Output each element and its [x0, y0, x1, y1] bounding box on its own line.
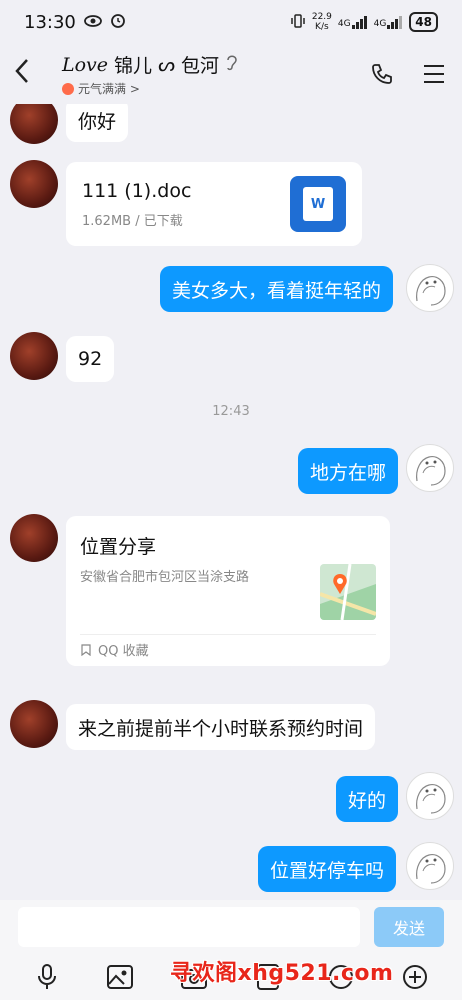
signal-bars-icon: [351, 16, 367, 29]
self-avatar[interactable]: [406, 842, 454, 890]
name-prefix: Love: [62, 53, 109, 76]
contact-avatar[interactable]: [10, 700, 58, 748]
file-message[interactable]: 111 (1).doc 1.62MB / 已下载 W: [66, 162, 362, 246]
header-actions: [368, 60, 448, 88]
location-divider: [80, 634, 376, 635]
message-input[interactable]: [18, 907, 360, 947]
contact-info[interactable]: Love 锦儿 ᔕ 包河 元气满满 >: [62, 51, 368, 97]
location-source: QQ 收藏: [80, 640, 149, 659]
signal-bars-icon: [387, 16, 403, 29]
name-suffix: 包河: [181, 55, 220, 77]
contact-status: 元气满满 >: [62, 80, 368, 97]
eye-icon: [83, 13, 102, 32]
menu-icon: [424, 65, 444, 83]
message-bubble-in[interactable]: 你好: [66, 104, 129, 142]
battery-indicator: 48: [409, 12, 438, 32]
location-title: 位置分享: [80, 536, 157, 558]
location-source-label: QQ 收藏: [98, 644, 149, 659]
self-avatar[interactable]: [406, 772, 454, 820]
chevron-left-icon: [15, 58, 28, 83]
status-bar: 13:30 22.9 K/s 4G 4G 48: [0, 0, 462, 44]
status-face-icon: [62, 82, 74, 95]
word-doc-label: W: [303, 187, 333, 221]
signal-label-1: 4G: [337, 19, 351, 29]
message-bubble-in[interactable]: 来之前提前半个小时联系预约时间: [66, 704, 376, 750]
location-address: 安徽省合肥市包河区当涂支路: [80, 570, 250, 585]
contact-avatar[interactable]: [10, 514, 58, 562]
file-meta: 1.62MB / 已下载: [82, 214, 183, 229]
status-text: 元气满满 >: [78, 82, 140, 96]
microphone-icon[interactable]: [32, 962, 62, 992]
signal-4g-1: 4G: [338, 15, 368, 29]
bookmark-icon: [81, 643, 91, 656]
location-message[interactable]: 位置分享 安徽省合肥市包河区当涂支路 QQ 收藏: [66, 516, 390, 666]
send-button[interactable]: 发送: [374, 907, 444, 947]
back-button[interactable]: [14, 57, 42, 92]
contact-avatar[interactable]: [10, 104, 58, 144]
net-speed-value: 22.9: [311, 12, 332, 22]
status-left: 13:30: [24, 12, 126, 33]
image-icon[interactable]: [105, 962, 135, 992]
plus-icon[interactable]: [400, 962, 430, 992]
message-bubble-out[interactable]: 位置好停车吗: [258, 846, 397, 892]
net-speed-unit: K/s: [315, 22, 329, 32]
message-bubble-out[interactable]: 好的: [336, 776, 399, 822]
name-deco-icon: ᔕ: [158, 53, 176, 76]
menu-button[interactable]: [420, 60, 448, 88]
chat-area[interactable]: 你好 111 (1).doc 1.62MB / 已下载 W 美女多大，看着挺年轻…: [0, 104, 462, 900]
watermark: 寻欢阁xhg521.com: [170, 961, 394, 986]
self-avatar[interactable]: [406, 264, 454, 312]
vibrate-icon: [290, 13, 306, 32]
self-avatar[interactable]: [406, 444, 454, 492]
ear-icon: [225, 53, 239, 76]
status-time: 13:30: [24, 11, 76, 33]
name-main: 锦儿: [114, 55, 153, 77]
chat-header: Love 锦儿 ᔕ 包河 元气满满 >: [0, 44, 462, 104]
input-bar: 发送: [0, 900, 462, 954]
signal-4g-2: 4G: [374, 15, 404, 29]
map-thumbnail-icon: [320, 564, 376, 620]
message-bubble-out[interactable]: 美女多大，看着挺年轻的: [160, 266, 394, 312]
contact-avatar[interactable]: [10, 160, 58, 208]
contact-name: Love 锦儿 ᔕ 包河: [62, 51, 368, 78]
contact-avatar[interactable]: [10, 332, 58, 380]
message-bubble-out[interactable]: 地方在哪: [298, 448, 399, 494]
word-doc-icon: W: [290, 176, 346, 232]
message-bubble-in[interactable]: 92: [66, 336, 115, 382]
message-timestamp: 12:43: [212, 404, 250, 419]
file-name: 111 (1).doc: [82, 180, 192, 202]
signal-label-2: 4G: [373, 19, 387, 29]
status-right: 22.9 K/s 4G 4G 48: [290, 12, 438, 32]
call-button[interactable]: [368, 60, 396, 88]
phone-icon: [372, 64, 392, 84]
alarm-icon: [110, 12, 126, 32]
net-speed: 22.9 K/s: [312, 12, 332, 32]
